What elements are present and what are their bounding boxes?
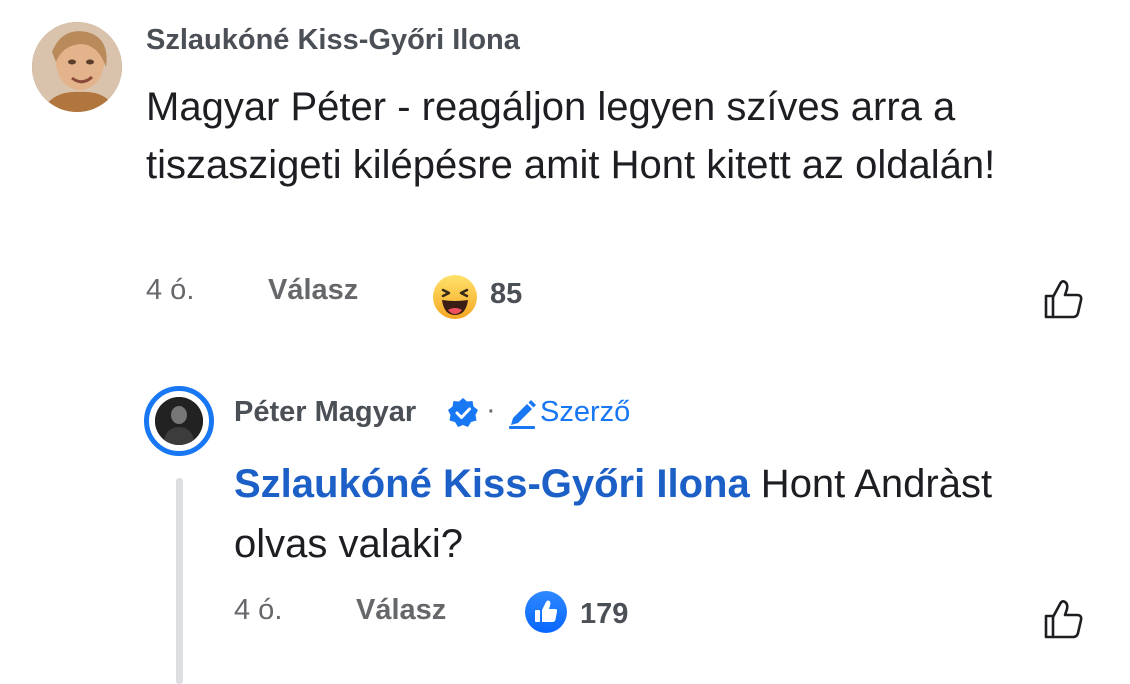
- separator-dot: ·: [486, 394, 496, 426]
- pencil-icon: [506, 398, 538, 430]
- comment-author-avatar[interactable]: [32, 22, 122, 112]
- avatar-photo: [32, 22, 122, 112]
- reply-author-avatar[interactable]: [144, 386, 214, 456]
- comment-reaction-count[interactable]: 85: [490, 278, 522, 311]
- reply-like-button[interactable]: [1040, 596, 1086, 642]
- reply-text: Szlaukóné Kiss-Győri Ilona Hont Andràst …: [234, 454, 1094, 574]
- like-reaction-icon[interactable]: [524, 590, 568, 634]
- haha-emoji-icon[interactable]: [432, 274, 478, 320]
- thumbs-up-outline-icon: [1044, 280, 1083, 319]
- reply-timestamp[interactable]: 4 ó.: [234, 594, 282, 627]
- comment-text: Magyar Péter - reagáljon legyen szíves a…: [146, 85, 996, 187]
- author-badge: Szerző: [540, 396, 631, 428]
- reply-reply-button[interactable]: Válasz: [356, 594, 446, 627]
- comment-timestamp[interactable]: 4 ó.: [146, 274, 194, 307]
- mention-link[interactable]: Szlaukóné Kiss-Győri Ilona: [234, 462, 750, 506]
- reply-thread-line: [176, 478, 183, 684]
- reply-reaction-count[interactable]: 179: [580, 598, 628, 631]
- verified-badge-icon: [446, 396, 480, 430]
- comment-author-name[interactable]: Szlaukóné Kiss-Győri Ilona: [146, 24, 520, 57]
- thumbs-up-outline-icon: [1044, 600, 1083, 639]
- comment-reply-button[interactable]: Válasz: [268, 274, 358, 307]
- comment-like-button[interactable]: [1040, 276, 1086, 322]
- avatar-photo: [155, 397, 203, 445]
- reply-author-name[interactable]: Péter Magyar: [234, 396, 416, 429]
